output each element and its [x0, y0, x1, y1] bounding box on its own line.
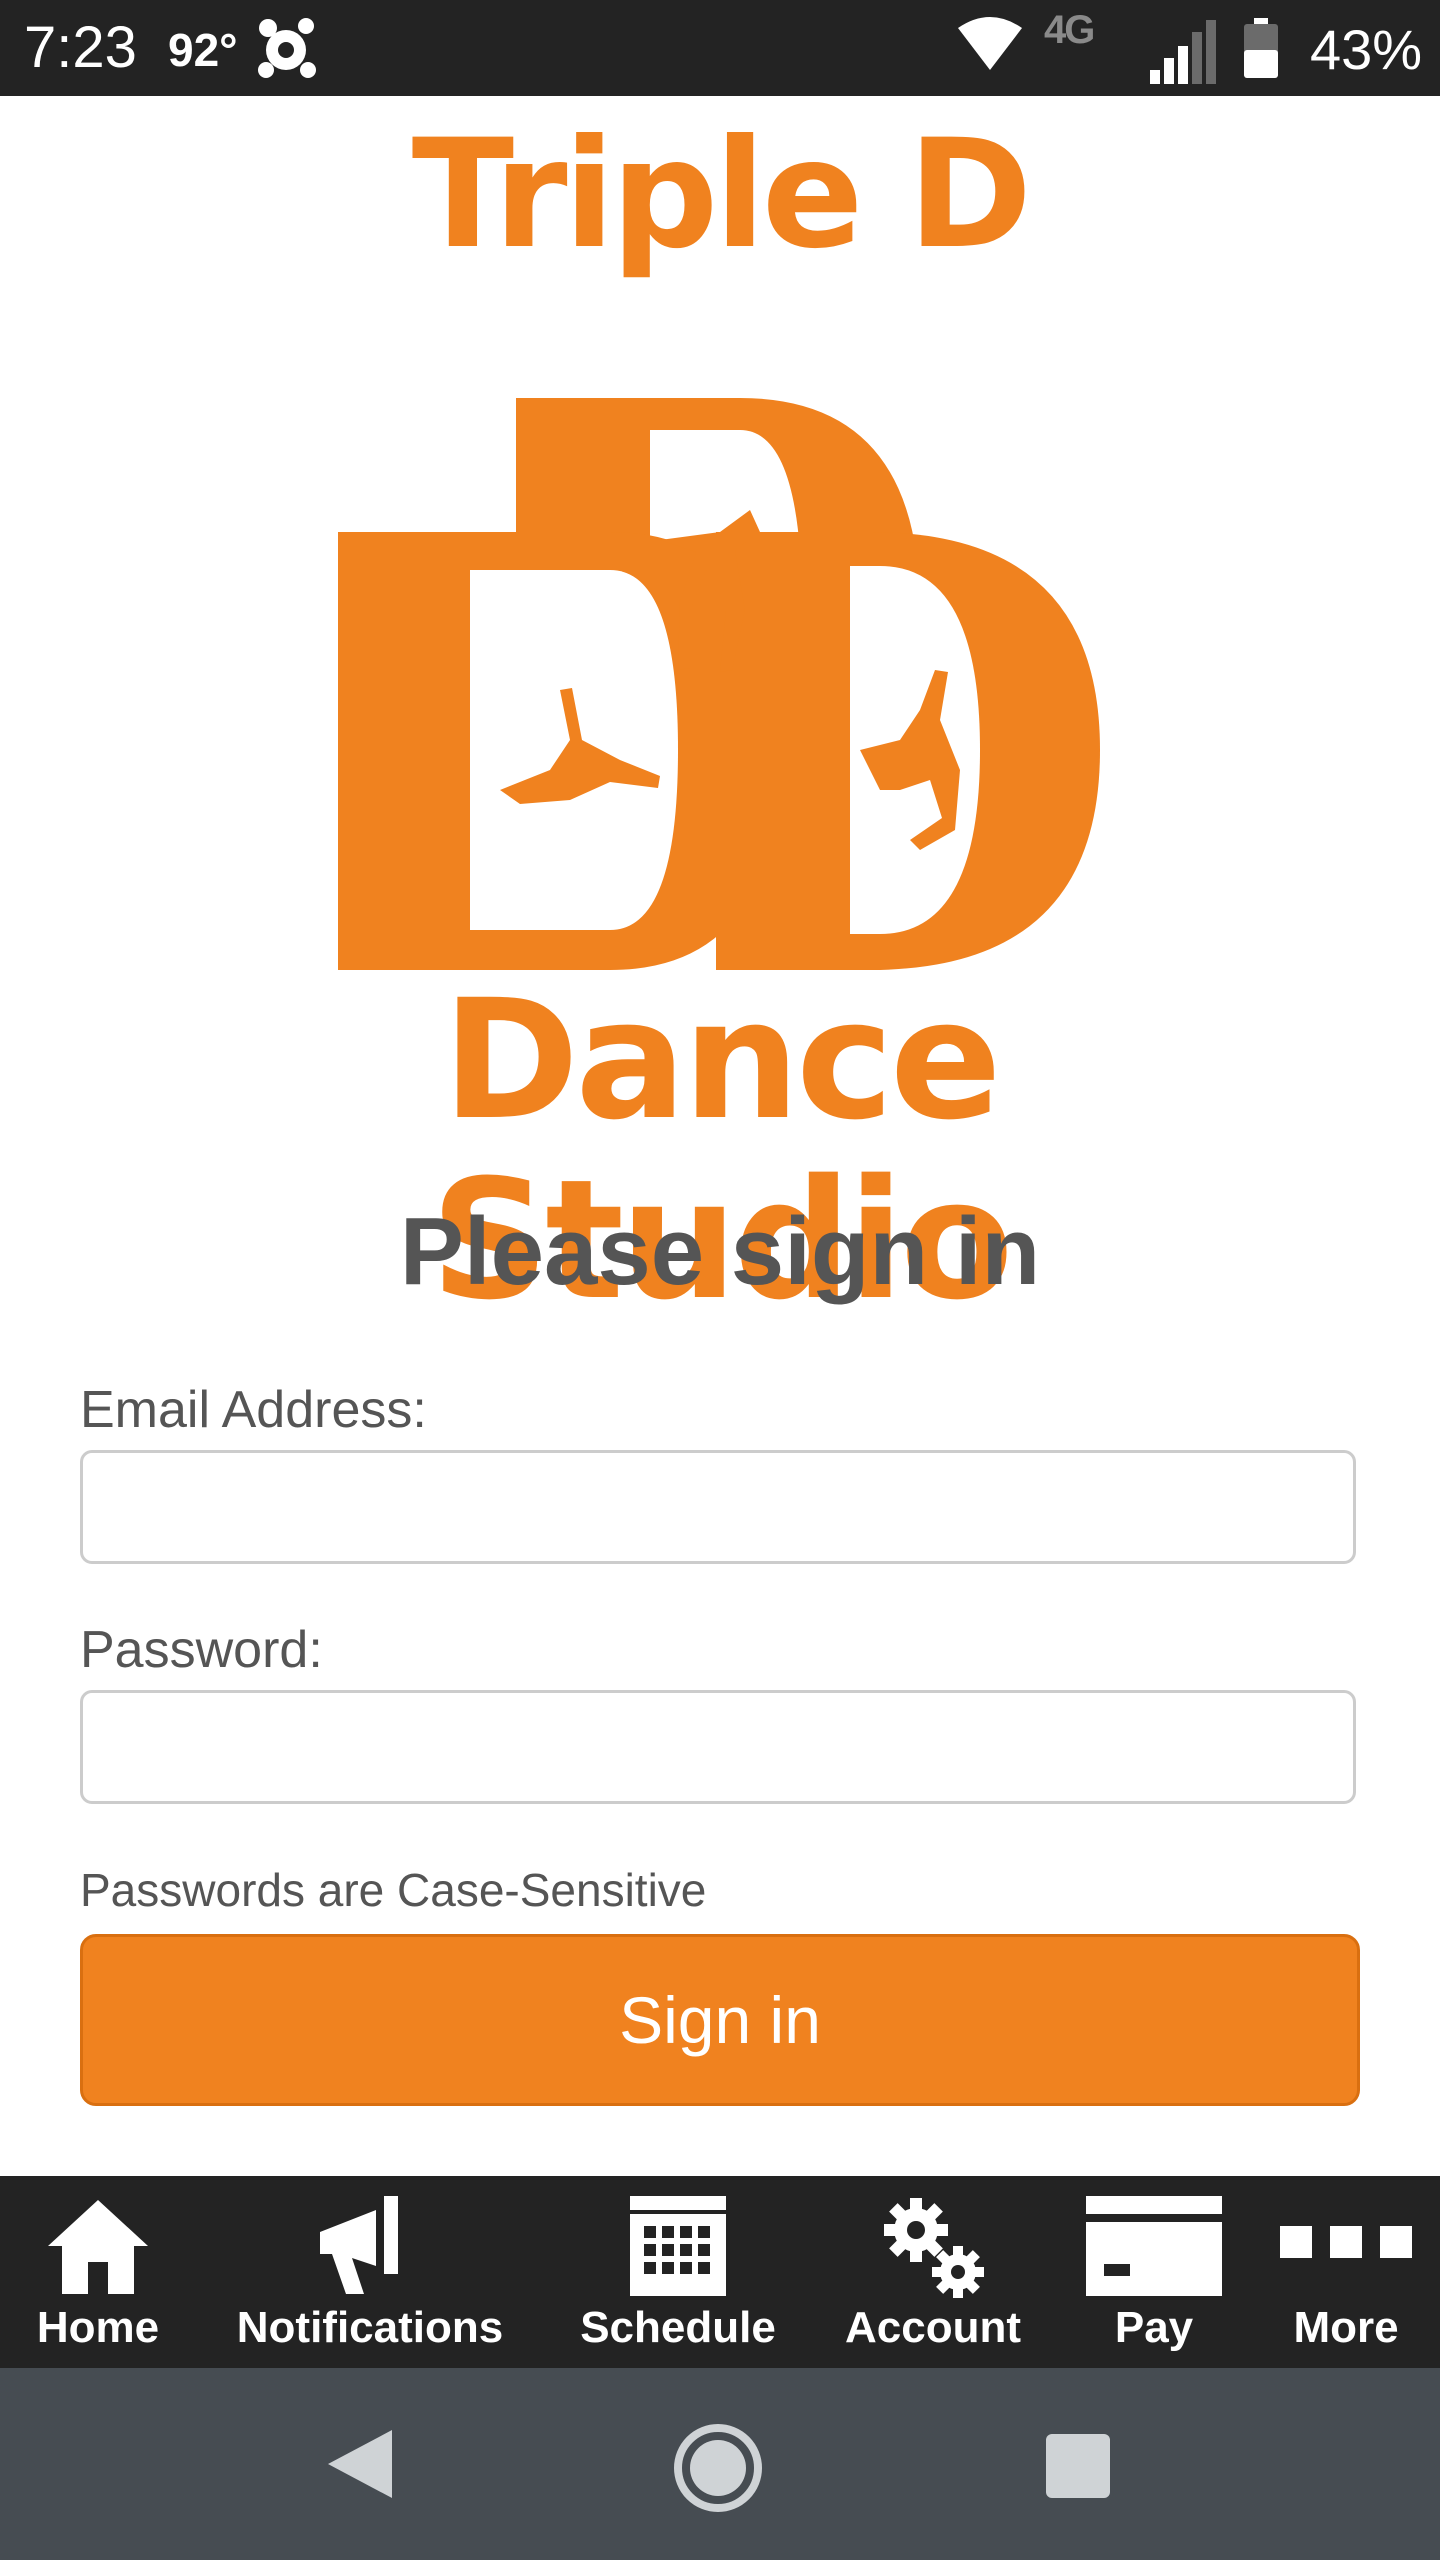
logo-title-top: Triple D	[411, 108, 1033, 282]
recents-icon[interactable]	[1046, 2434, 1110, 2498]
more-icon	[1280, 2226, 1412, 2258]
nav-schedule[interactable]: Schedule	[560, 2176, 796, 2368]
home-icon	[48, 2200, 148, 2294]
password-label: Password:	[80, 1621, 323, 1679]
network-type: 4G	[1044, 8, 1095, 52]
megaphone-icon	[320, 2196, 398, 2294]
password-field[interactable]	[80, 1690, 1356, 1804]
password-hint: Passwords are Case-Sensitive	[80, 1864, 707, 1916]
credit-card-icon	[1086, 2196, 1222, 2296]
system-nav-bar	[0, 2368, 1440, 2560]
battery-percent: 43%	[1310, 18, 1423, 81]
nav-notifications[interactable]: Notifications	[210, 2176, 530, 2368]
status-time: 7:23	[24, 15, 137, 80]
studio-logo: Triple D Dance Studio	[220, 100, 1220, 1330]
status-temperature: 92°	[168, 24, 238, 76]
nav-label-schedule: Schedule	[580, 2303, 776, 2352]
battery-icon	[1244, 18, 1278, 78]
email-label: Email Address:	[80, 1381, 427, 1439]
nav-label-pay: Pay	[1114, 2303, 1194, 2352]
gears-icon	[884, 2198, 984, 2298]
status-bar: 7:23 92° 4G 43%	[0, 0, 1440, 96]
home-circle-icon[interactable]	[672, 2422, 764, 2514]
nav-account[interactable]: Account	[828, 2176, 1038, 2368]
bottom-nav: Home Notifications Schedule Account Pay …	[0, 2176, 1440, 2368]
nav-more[interactable]: More	[1276, 2176, 1416, 2368]
signal-icon	[1150, 20, 1216, 84]
nav-label-notifications: Notifications	[236, 2303, 504, 2352]
app-notification-icon	[258, 18, 316, 78]
nav-pay[interactable]: Pay	[1086, 2176, 1222, 2368]
sign-in-button[interactable]: Sign in	[80, 1934, 1360, 2106]
nav-label-account: Account	[845, 2303, 1021, 2352]
triple-d-dancers-logo	[338, 398, 1100, 970]
calendar-icon	[630, 2196, 726, 2296]
page-title: Please sign in	[399, 1198, 1041, 1305]
wifi-icon	[958, 17, 1022, 70]
nav-label-more: More	[1293, 2303, 1399, 2352]
nav-home[interactable]: Home	[0, 2176, 196, 2368]
nav-label-home: Home	[36, 2303, 160, 2352]
email-field[interactable]	[80, 1450, 1356, 1564]
back-icon[interactable]	[322, 2424, 402, 2504]
